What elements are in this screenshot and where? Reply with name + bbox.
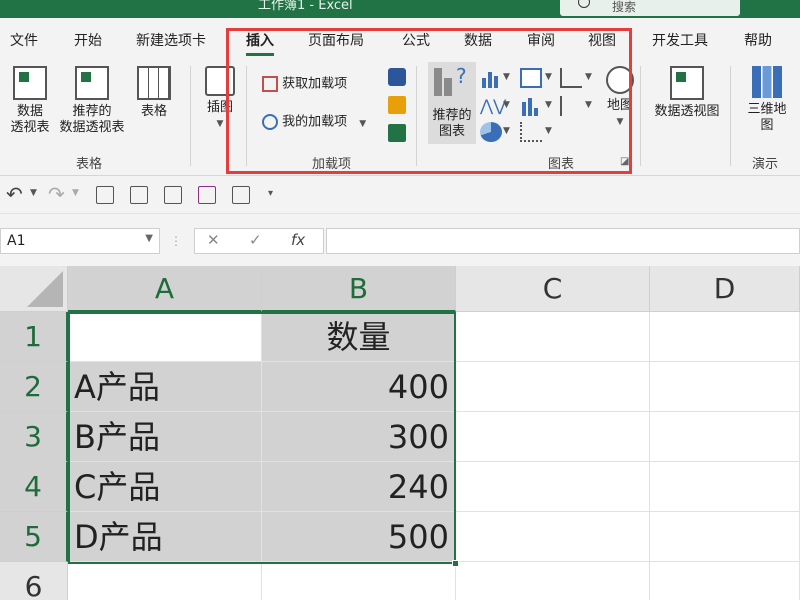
table-label: 表格 <box>140 104 167 119</box>
recommended-pivot-icon <box>75 66 109 100</box>
search-box[interactable]: 搜索 <box>560 0 740 16</box>
name-box-value: A1 <box>7 233 26 249</box>
table-icon <box>137 66 171 100</box>
enter-icon[interactable]: ✓ <box>249 231 262 249</box>
cell-c2[interactable] <box>456 362 650 412</box>
cell-b2[interactable]: 400 <box>262 362 456 412</box>
formula-buttons: ✕ ✓ fx <box>194 228 324 254</box>
chevron-down-icon[interactable]: ▼ <box>72 188 79 198</box>
cell-d5[interactable] <box>650 512 800 562</box>
column-header-b[interactable]: B <box>262 266 456 312</box>
insert-function-icon[interactable]: fx <box>291 231 305 249</box>
pivot-chart-label: 数据透视图 <box>654 104 720 119</box>
cell-b6[interactable] <box>262 562 456 600</box>
save-icon[interactable] <box>198 186 216 204</box>
worksheet-grid: A B C D 1 2 3 4 5 6 数量 A产品 400 B产品 300 C… <box>0 266 800 600</box>
cancel-icon[interactable]: ✕ <box>207 231 220 249</box>
format-icon[interactable] <box>232 186 250 204</box>
tab-help[interactable]: 帮助 <box>744 30 772 50</box>
cell-c3[interactable] <box>456 412 650 462</box>
row-header-6[interactable]: 6 <box>0 562 68 600</box>
cell-d1[interactable] <box>650 312 800 362</box>
formula-input[interactable] <box>326 228 800 254</box>
tab-file[interactable]: 文件 <box>10 30 38 50</box>
cell-a3[interactable]: B产品 <box>68 412 262 462</box>
cell-b4[interactable]: 240 <box>262 462 456 512</box>
row-header-1[interactable]: 1 <box>0 312 68 362</box>
pivot-chart-icon <box>670 66 704 100</box>
tab-home[interactable]: 开始 <box>74 30 102 50</box>
recommended-pivot-label: 推荐的 数据透视表 <box>59 104 125 135</box>
cell-d2[interactable] <box>650 362 800 412</box>
quick-access-toolbar: ↶ ▼ ↷ ▼ ▾ <box>0 176 800 214</box>
cell-a5[interactable]: D产品 <box>68 512 262 562</box>
redo-icon[interactable]: ↷ <box>48 182 65 206</box>
chevron-down-icon[interactable]: ▼ <box>30 188 37 198</box>
cell-b1[interactable]: 数量 <box>262 312 456 362</box>
cell-d4[interactable] <box>650 462 800 512</box>
row-header-5[interactable]: 5 <box>0 512 68 562</box>
cell-c6[interactable] <box>456 562 650 600</box>
search-placeholder: 搜索 <box>612 0 637 14</box>
resize-handle-icon[interactable]: ⋮ <box>170 234 182 248</box>
cell-c5[interactable] <box>456 512 650 562</box>
cell-a4[interactable]: C产品 <box>68 462 262 512</box>
pivot-table-label: 数据 透视表 <box>10 104 50 135</box>
formula-bar: A1 ▼ ⋮ ✕ ✓ fx <box>0 214 800 266</box>
title-bar: 工作簿1 - Excel 搜索 <box>0 0 800 18</box>
group-separator <box>190 66 191 166</box>
cell-a6[interactable] <box>68 562 262 600</box>
tab-new-tab[interactable]: 新建选项卡 <box>136 30 206 50</box>
pivot-table-icon <box>13 66 47 100</box>
customize-qat-icon[interactable]: ▾ <box>268 188 273 199</box>
row-header-2[interactable]: 2 <box>0 362 68 412</box>
print-icon[interactable] <box>164 186 182 204</box>
pivot-chart-button[interactable]: 数据透视图 <box>648 66 726 120</box>
cell-c1[interactable] <box>456 312 650 362</box>
undo-icon[interactable]: ↶ <box>6 182 23 206</box>
cell-d6[interactable] <box>650 562 800 600</box>
3d-map-label: 三维地 图 <box>747 102 787 133</box>
group-label-tours: 演示 <box>752 157 779 172</box>
3d-map-button[interactable]: 三维地 图 <box>742 66 792 134</box>
search-icon <box>578 0 590 8</box>
cell-a2[interactable]: A产品 <box>68 362 262 412</box>
group-separator <box>730 66 731 166</box>
tab-developer[interactable]: 开发工具 <box>652 30 708 50</box>
cell-d3[interactable] <box>650 412 800 462</box>
chevron-down-icon: ▼ <box>145 233 153 244</box>
cell-c4[interactable] <box>456 462 650 512</box>
select-all-button[interactable] <box>0 266 68 312</box>
3d-map-icon <box>752 66 782 98</box>
group-separator <box>640 66 641 166</box>
pivot-table-button[interactable]: 数据 透视表 <box>6 66 54 136</box>
row-header-4[interactable]: 4 <box>0 462 68 512</box>
column-header-a[interactable]: A <box>68 266 262 312</box>
highlight-box <box>226 28 632 174</box>
print-preview-icon[interactable] <box>130 186 148 204</box>
name-box[interactable]: A1 ▼ <box>0 228 160 254</box>
cell-b3[interactable]: 300 <box>262 412 456 462</box>
excel-window: 工作簿1 - Excel 搜索 文件 开始 新建选项卡 插入 页面布局 公式 数… <box>0 0 800 600</box>
window-title: 工作簿1 - Excel <box>258 0 353 13</box>
column-header-c[interactable]: C <box>456 266 650 312</box>
cell-b5[interactable]: 500 <box>262 512 456 562</box>
form-icon[interactable] <box>96 186 114 204</box>
fill-handle[interactable] <box>452 560 459 567</box>
recommended-pivot-button[interactable]: 推荐的 数据透视表 <box>56 66 128 136</box>
group-label-tables: 表格 <box>76 157 103 172</box>
table-button[interactable]: 表格 <box>134 66 174 120</box>
column-header-d[interactable]: D <box>650 266 800 312</box>
row-header-3[interactable]: 3 <box>0 412 68 462</box>
cell-a1[interactable] <box>68 312 262 362</box>
